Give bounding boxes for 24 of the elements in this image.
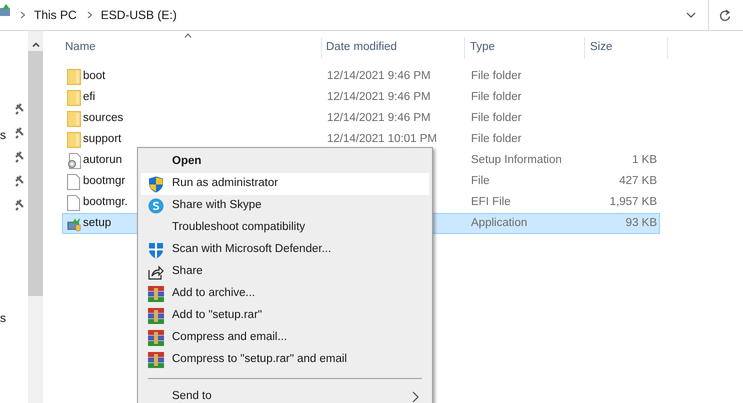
file-size: 427 KB <box>618 174 657 189</box>
file-type: File <box>471 174 491 189</box>
date-modified: 12/14/2021 9:46 PM <box>327 110 432 126</box>
file-type: Application <box>471 216 528 231</box>
file-name: efi <box>83 90 96 103</box>
file-size: 1 KB <box>631 152 657 168</box>
file-name: boot <box>83 70 106 82</box>
date-modified: 12/14/2021 9:46 PM <box>327 68 432 84</box>
file-name: bootmgr. <box>83 196 128 208</box>
file-size: 93 KB <box>624 216 657 231</box>
file-type: File folder <box>471 110 522 126</box>
file-type: File folder <box>471 68 522 84</box>
file-name: sources <box>83 112 124 124</box>
file-name: autorun <box>83 154 122 166</box>
file-name: bootmgr <box>83 174 126 187</box>
file-name: setup <box>83 216 112 229</box>
file-type: File folder <box>471 90 522 105</box>
file-type: Setup Information <box>471 152 563 168</box>
date-modified: 12/14/2021 9:46 PM <box>327 90 432 105</box>
file-size: 1,957 KB <box>608 194 657 210</box>
file-type: EFI File <box>471 194 512 210</box>
file-type: File folder <box>471 132 522 147</box>
date-modified: 12/14/2021 10:01 PM <box>327 132 438 147</box>
file-name: support <box>83 132 122 145</box>
